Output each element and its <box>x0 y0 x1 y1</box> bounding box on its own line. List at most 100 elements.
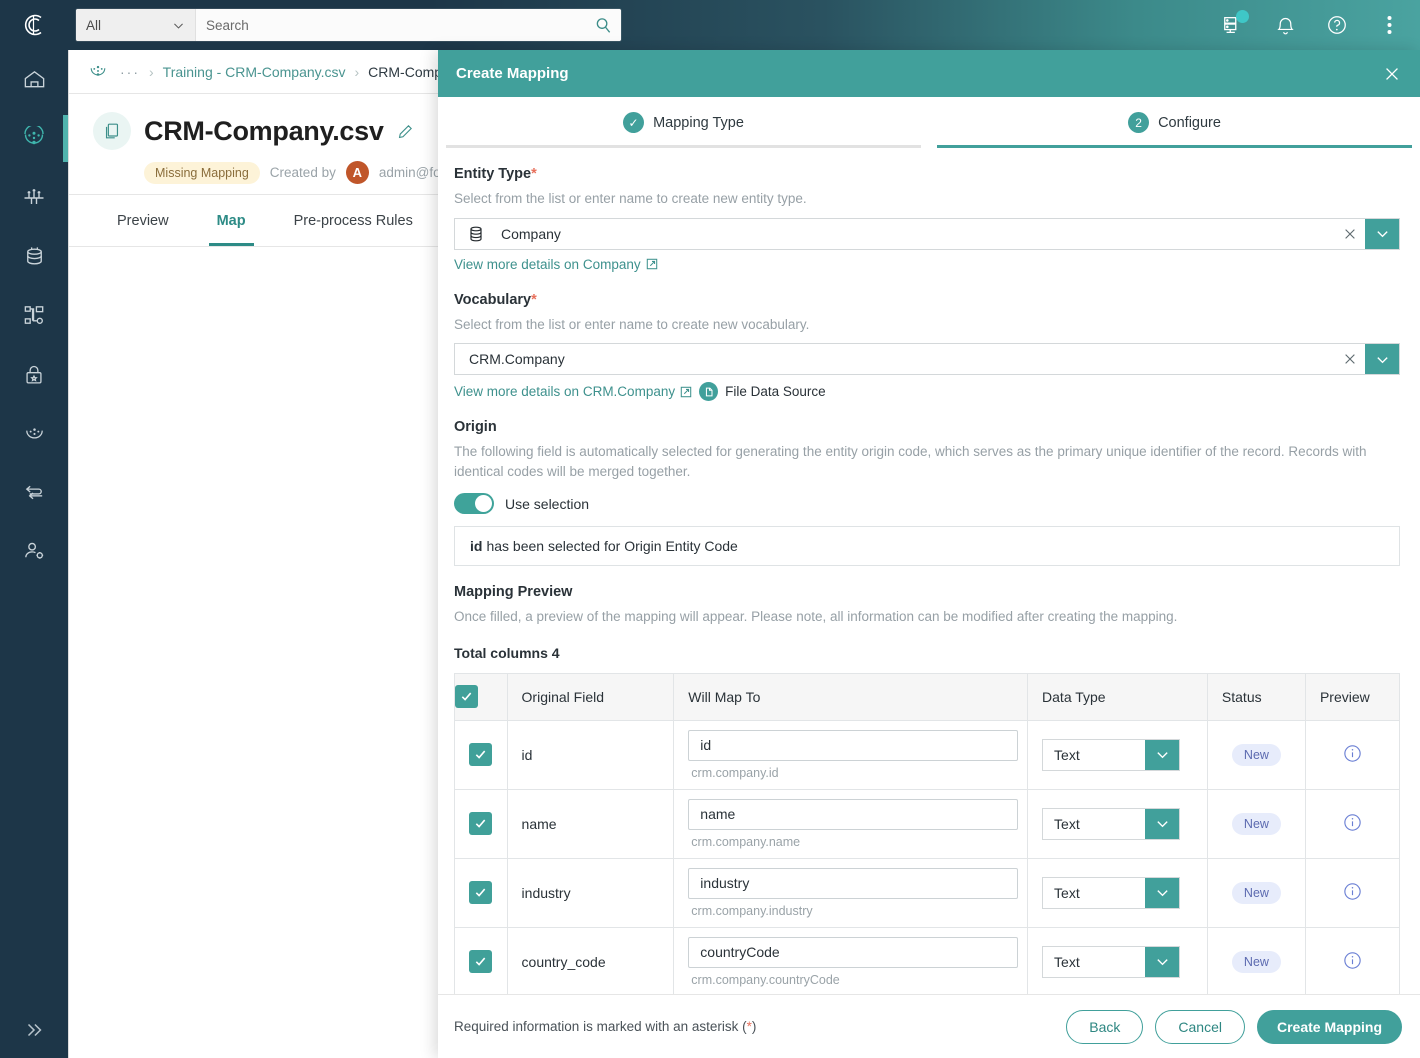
sidebar-collapse-toggle[interactable] <box>0 1002 68 1058</box>
sidebar-item-topology[interactable] <box>0 286 68 345</box>
row-checkbox[interactable] <box>469 743 493 767</box>
row-select-cell <box>454 720 508 790</box>
clearc-logo-icon[interactable] <box>0 0 68 50</box>
info-circle-icon[interactable] <box>1342 881 1363 902</box>
use-selection-toggle[interactable] <box>454 493 494 515</box>
help-circle-icon[interactable] <box>1324 12 1350 38</box>
info-circle-icon[interactable] <box>1342 812 1363 833</box>
file-copy-icon <box>93 112 131 150</box>
chevron-down-icon <box>1156 752 1168 759</box>
server-status-icon[interactable] <box>1220 10 1249 38</box>
cell-preview <box>1305 789 1400 859</box>
breadcrumb-item-training[interactable]: Training - CRM-Company.csv <box>163 64 346 80</box>
dialog-header: Create Mapping <box>438 50 1420 97</box>
col-header-preview: Preview <box>1305 673 1400 721</box>
step-mapping-type[interactable]: ✓ Mapping Type <box>438 97 929 148</box>
step-mapping-type-label: Mapping Type <box>653 114 744 131</box>
topbar-actions <box>1220 10 1420 38</box>
data-type-value: Text <box>1054 884 1080 901</box>
origin-selection-info: id has been selected for Origin Entity C… <box>454 526 1400 567</box>
back-button[interactable]: Back <box>1066 1009 1144 1044</box>
bell-notification-icon[interactable] <box>1272 12 1298 38</box>
row-checkbox[interactable] <box>469 881 493 905</box>
entity-type-combobox[interactable]: Company <box>454 217 1400 250</box>
info-circle-icon[interactable] <box>1342 743 1363 764</box>
cancel-button[interactable]: Cancel <box>1155 1009 1245 1044</box>
data-type-select[interactable]: Text <box>1042 876 1181 909</box>
row-select-cell <box>454 927 508 994</box>
sidebar-item-database[interactable] <box>0 227 68 286</box>
global-search[interactable]: All <box>76 9 621 41</box>
data-type-dropdown-arrow[interactable] <box>1145 946 1180 977</box>
data-type-value: Text <box>1054 815 1080 832</box>
page-title: CRM-Company.csv <box>144 115 384 146</box>
data-type-dropdown-arrow[interactable] <box>1145 877 1180 908</box>
tab-preprocess-rules[interactable]: Pre-process Rules <box>270 195 437 246</box>
cell-preview <box>1305 927 1399 994</box>
cell-will-map-to: crm.company.industry <box>673 858 1029 928</box>
sidebar-item-security[interactable] <box>0 345 68 404</box>
cell-will-map-to: crm.company.name <box>673 789 1029 859</box>
kebab-menu-icon[interactable] <box>1376 12 1402 38</box>
create-mapping-button[interactable]: Create Mapping <box>1256 1009 1402 1044</box>
breadcrumb-overflow[interactable]: ··· <box>120 64 140 80</box>
map-to-input[interactable] <box>688 729 1019 761</box>
search-scope-value: All <box>86 17 102 33</box>
chevron-down-icon <box>1376 356 1388 363</box>
sidebar-item-governance[interactable] <box>0 404 68 463</box>
step-configure-label: Configure <box>1158 114 1221 131</box>
database-icon <box>26 247 42 265</box>
required-note: Required information is marked with an a… <box>454 1019 756 1034</box>
security-lock-icon <box>26 365 42 383</box>
data-type-select[interactable]: Text <box>1042 807 1181 840</box>
sidebar-item-streams[interactable] <box>0 168 68 227</box>
vocabulary-dropdown-arrow[interactable] <box>1365 344 1399 375</box>
search-input[interactable] <box>196 9 585 41</box>
sidebar-item-data-sources[interactable] <box>0 109 68 168</box>
row-select-cell <box>454 789 508 859</box>
chevron-down-icon <box>1156 821 1168 828</box>
col-header-will-map-to: Will Map To <box>673 673 1029 721</box>
tab-preview[interactable]: Preview <box>93 195 193 246</box>
cell-status: New <box>1207 720 1306 790</box>
data-type-select[interactable]: Text <box>1042 945 1181 978</box>
sidebar-item-user-settings[interactable] <box>0 522 68 581</box>
map-to-path: crm.company.id <box>691 765 779 780</box>
vocabulary-label: Vocabulary* <box>454 292 1400 308</box>
cell-data-type: Text <box>1027 927 1208 994</box>
map-to-input[interactable] <box>688 936 1019 968</box>
entity-type-dropdown-arrow[interactable] <box>1365 218 1399 249</box>
sidebar-item-deduplication[interactable] <box>0 463 68 522</box>
clear-x-icon[interactable] <box>1335 227 1365 241</box>
data-type-select[interactable]: Text <box>1042 738 1181 771</box>
map-to-input[interactable] <box>688 798 1019 830</box>
cell-status: New <box>1207 789 1306 859</box>
vocabulary-details-link[interactable]: View more details on CRM.Company <box>454 384 692 399</box>
search-scope-dropdown[interactable]: All <box>76 9 196 41</box>
entity-type-label-text: Entity Type <box>454 166 532 182</box>
close-x-icon[interactable] <box>1382 64 1402 84</box>
step-number: 2 <box>1128 112 1150 133</box>
pencil-edit-icon[interactable] <box>397 123 414 140</box>
origin-help: The following field is automatically sel… <box>454 444 1367 479</box>
vocabulary-combobox[interactable]: CRM.Company <box>454 343 1400 376</box>
tab-map[interactable]: Map <box>193 195 270 246</box>
data-type-dropdown-arrow[interactable] <box>1145 808 1180 839</box>
file-data-source-icon <box>699 382 719 402</box>
top-bar: All <box>0 0 1420 50</box>
clear-x-icon[interactable] <box>1335 352 1365 366</box>
data-type-dropdown-arrow[interactable] <box>1145 739 1180 770</box>
sidebar-item-home[interactable] <box>0 50 68 109</box>
row-checkbox[interactable] <box>469 950 493 974</box>
breadcrumb-separator: › <box>354 63 360 80</box>
select-all-checkbox[interactable] <box>455 685 478 709</box>
chevron-down-icon <box>1156 959 1168 966</box>
step-configure[interactable]: 2 Configure <box>929 97 1420 148</box>
search-button[interactable] <box>585 9 621 41</box>
row-checkbox[interactable] <box>469 812 493 836</box>
entity-type-details-link[interactable]: View more details on Company <box>454 257 658 272</box>
info-circle-icon[interactable] <box>1342 950 1363 971</box>
created-by-label: Created by <box>269 165 336 180</box>
map-to-input[interactable] <box>688 867 1019 899</box>
col-header-original-field: Original Field <box>507 673 675 721</box>
